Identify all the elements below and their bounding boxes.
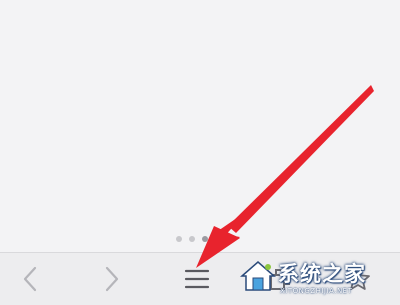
- forward-button[interactable]: [92, 253, 132, 305]
- browser-screen: 系统之家 XITONGZHIJIA.NET: [0, 0, 400, 305]
- back-button[interactable]: [10, 253, 50, 305]
- page-dot: [176, 236, 182, 242]
- favorites-button[interactable]: [338, 253, 378, 305]
- page-dot-active: [202, 236, 208, 242]
- star-icon: [346, 267, 370, 290]
- chevron-left-icon: [23, 266, 37, 292]
- page-content-area: [0, 0, 400, 252]
- hamburger-menu-icon: [184, 269, 210, 289]
- bottom-toolbar: [0, 252, 400, 305]
- menu-button[interactable]: [176, 253, 218, 305]
- tabs-button[interactable]: [258, 253, 302, 305]
- chevron-right-icon: [105, 266, 119, 292]
- page-dot: [189, 236, 195, 242]
- tabs-icon: [270, 269, 290, 290]
- page-indicator: [176, 236, 208, 242]
